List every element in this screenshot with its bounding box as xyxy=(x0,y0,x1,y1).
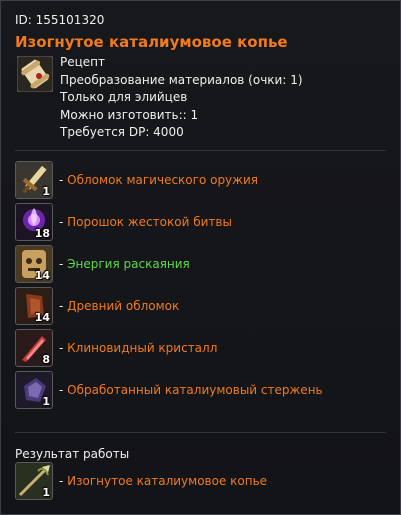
material-item[interactable]: 1 - Обработанный каталиумовый стержень xyxy=(15,371,385,411)
battle-powder-icon: 18 xyxy=(15,203,53,241)
item-title: Изогнутое каталиумовое копье xyxy=(15,33,288,51)
result-item[interactable]: 1 - Изогнутое каталиумовое копье xyxy=(15,462,385,502)
material-name[interactable]: Клиновидный кристалл xyxy=(67,341,217,355)
recipe-scroll-icon xyxy=(16,55,54,93)
material-item[interactable]: 1 - Обломок магического оружия xyxy=(15,161,385,201)
result-name[interactable]: Изогнутое каталиумовое копье xyxy=(67,474,267,488)
material-item[interactable]: 18 - Порошок жестокой битвы xyxy=(15,203,385,243)
wedge-crystal-icon: 8 xyxy=(15,329,53,367)
divider xyxy=(15,432,386,433)
recipe-dp-required: Требуется DP: 4000 xyxy=(60,125,184,139)
material-item[interactable]: 14 - Древний обломок xyxy=(15,287,385,327)
item-count: 8 xyxy=(42,353,50,366)
material-name[interactable]: Обработанный каталиумовый стержень xyxy=(67,383,322,397)
result-label: Результат работы xyxy=(15,447,130,461)
recipe-info: Рецепт Преобразование материалов (очки: … xyxy=(60,54,303,142)
divider xyxy=(15,150,386,151)
recipe-race: Только для элийцев xyxy=(60,90,188,104)
item-count: 18 xyxy=(34,227,50,240)
weapon-fragment-icon: 1 xyxy=(15,161,53,199)
recipe-type: Рецепт xyxy=(60,55,106,69)
recipe-craft-count: Можно изготовить:: 1 xyxy=(60,107,199,122)
ancient-fragment-icon: 14 xyxy=(15,287,53,325)
item-count: 14 xyxy=(34,311,50,324)
item-count: 1 xyxy=(42,486,50,499)
item-count: 14 xyxy=(34,269,50,282)
material-name[interactable]: Порошок жестокой битвы xyxy=(67,215,232,229)
material-name[interactable]: Обломок магического оружия xyxy=(67,173,258,187)
item-id: ID: 155101320 xyxy=(15,13,105,27)
repentance-energy-icon: 14 xyxy=(15,245,53,283)
item-count: 1 xyxy=(42,185,50,198)
material-item[interactable]: 14 - Энергия раскаяния xyxy=(15,245,385,285)
recipe-conversion: Преобразование материалов (очки: 1) xyxy=(60,72,303,87)
catalium-rod-icon: 1 xyxy=(15,371,53,409)
material-item[interactable]: 8 - Клиновидный кристалл xyxy=(15,329,385,369)
material-name[interactable]: Энергия раскаяния xyxy=(67,257,190,271)
spear-icon: 1 xyxy=(15,462,53,500)
material-name[interactable]: Древний обломок xyxy=(67,299,179,313)
item-count: 1 xyxy=(42,395,50,408)
